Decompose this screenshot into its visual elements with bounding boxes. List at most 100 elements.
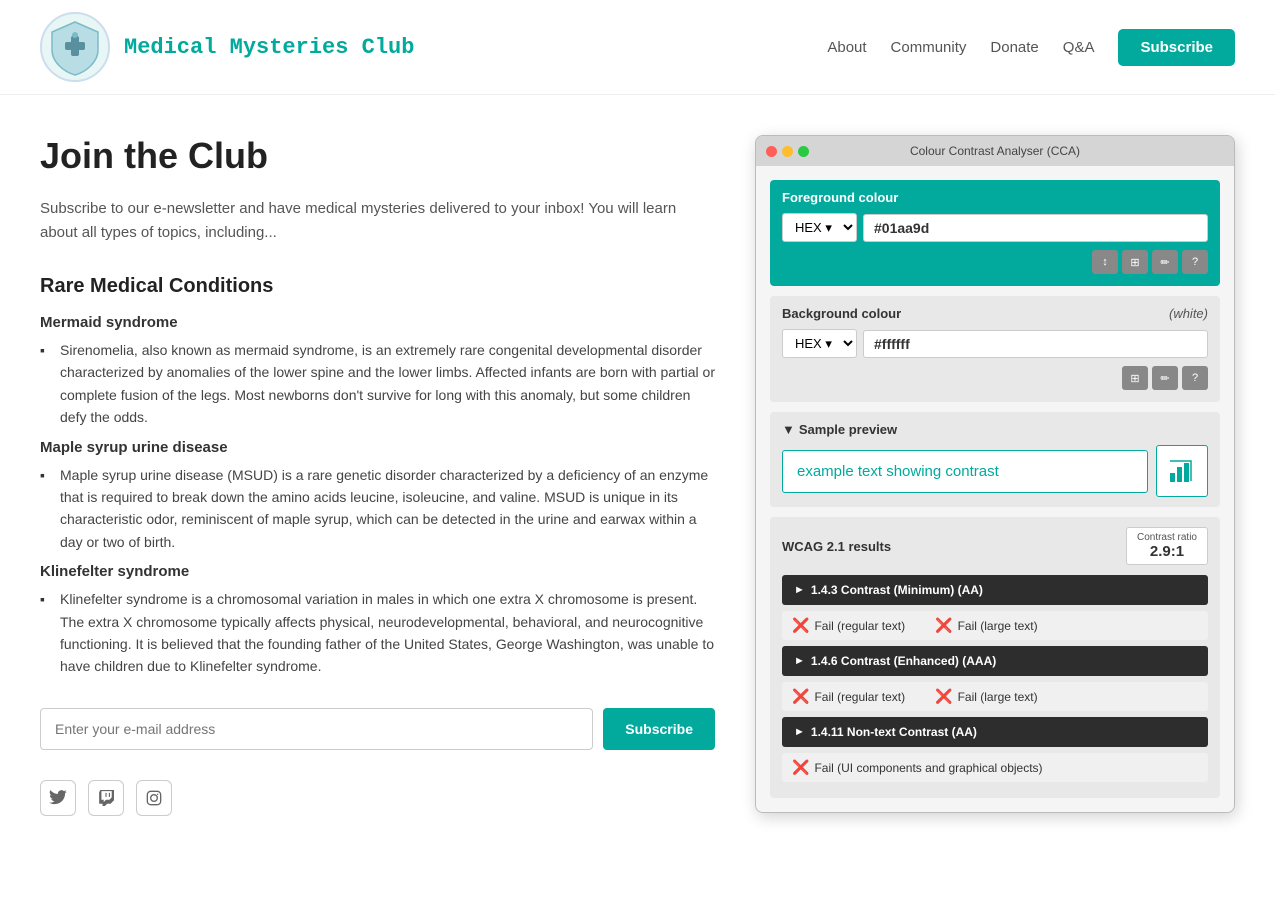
- example-text: example text showing contrast: [782, 450, 1148, 493]
- chart-icon[interactable]: [1156, 445, 1208, 497]
- minimize-dot[interactable]: [782, 146, 793, 157]
- condition-2: Maple syrup urine disease Maple syrup ur…: [40, 439, 715, 554]
- preview-arrow: ▼: [782, 422, 795, 437]
- bg-toolbar: ⊞ ✏ ?: [782, 366, 1208, 390]
- criterion-3-results: ❌ Fail (UI components and graphical obje…: [782, 753, 1208, 782]
- wcag-section: WCAG 2.1 results Contrast ratio 2.9:1 ► …: [770, 517, 1220, 798]
- bg-white-label: (white): [1169, 306, 1208, 321]
- criterion-3[interactable]: ► 1.4.11 Non-text Contrast (AA): [782, 717, 1208, 747]
- left-column: Join the Club Subscribe to our e-newslet…: [40, 135, 715, 816]
- cca-titlebar: Colour Contrast Analyser (CCA): [756, 136, 1234, 166]
- contrast-ratio-label: Contrast ratio: [1137, 532, 1197, 543]
- main-nav: About Community Donate Q&A Subscribe: [827, 29, 1235, 66]
- wcag-title: WCAG 2.1 results: [782, 539, 891, 554]
- background-section: Background colour (white) HEX ▾ ⊞ ✏ ?: [770, 296, 1220, 402]
- cca-title: Colour Contrast Analyser (CCA): [910, 144, 1080, 158]
- fail-icon-1: ❌: [792, 617, 809, 634]
- bg-row: HEX ▾: [782, 329, 1208, 358]
- section-heading: Rare Medical Conditions: [40, 275, 715, 298]
- site-title: Medical Mysteries Club: [124, 35, 414, 60]
- condition-2-desc: Maple syrup urine disease (MSUD) is a ra…: [40, 464, 715, 554]
- contrast-ratio-value: 2.9:1: [1137, 543, 1197, 560]
- site-header: Medical Mysteries Club About Community D…: [0, 0, 1275, 95]
- wcag-header: WCAG 2.1 results Contrast ratio 2.9:1: [782, 527, 1208, 565]
- page-heading: Join the Club: [40, 135, 715, 177]
- nav-community[interactable]: Community: [891, 39, 967, 56]
- fg-toolbar: ↕ ⊞ ✏ ?: [782, 250, 1208, 274]
- criterion-1[interactable]: ► 1.4.3 Contrast (Minimum) (AA): [782, 575, 1208, 605]
- criterion-1-result-1-label: Fail (regular text): [814, 619, 905, 633]
- social-icons: [40, 780, 715, 816]
- instagram-icon[interactable]: [136, 780, 172, 816]
- email-input[interactable]: [40, 708, 593, 750]
- maximize-dot[interactable]: [798, 146, 809, 157]
- fg-format-select[interactable]: HEX ▾: [782, 213, 857, 242]
- foreground-section: Foreground colour HEX ▾ ↕ ⊞ ✏ ?: [770, 180, 1220, 286]
- logo-image: [40, 12, 110, 82]
- condition-3-desc: Klinefelter syndrome is a chromosomal va…: [40, 588, 715, 678]
- nav-qa[interactable]: Q&A: [1063, 39, 1095, 56]
- criterion-1-arrow: ►: [794, 584, 805, 596]
- conditions-section: Rare Medical Conditions Mermaid syndrome…: [40, 275, 715, 678]
- cca-body: Foreground colour HEX ▾ ↕ ⊞ ✏ ?: [756, 166, 1234, 812]
- criterion-2-label: 1.4.6 Contrast (Enhanced) (AAA): [811, 654, 996, 668]
- bg-label: Background colour: [782, 306, 901, 321]
- fg-row: HEX ▾: [782, 213, 1208, 242]
- main-layout: Join the Club Subscribe to our e-newslet…: [0, 95, 1275, 856]
- window-controls: [766, 146, 809, 157]
- bg-format-select[interactable]: HEX ▾: [782, 329, 857, 358]
- bg-header: Background colour (white): [782, 306, 1208, 321]
- fail-icon-2: ❌: [935, 617, 952, 634]
- condition-3: Klinefelter syndrome Klinefelter syndrom…: [40, 563, 715, 678]
- criterion-2-results: ❌ Fail (regular text) ❌ Fail (large text…: [782, 682, 1208, 711]
- criterion-2-result-1-label: Fail (regular text): [814, 690, 905, 704]
- bg-grid-btn[interactable]: ⊞: [1122, 366, 1148, 390]
- nav-about[interactable]: About: [827, 39, 866, 56]
- bg-help-btn[interactable]: ?: [1182, 366, 1208, 390]
- logo-area: Medical Mysteries Club: [40, 12, 414, 82]
- cca-window: Colour Contrast Analyser (CCA) Foregroun…: [755, 135, 1235, 813]
- preview-header: ▼ Sample preview: [782, 422, 1208, 437]
- cca-tool: Colour Contrast Analyser (CCA) Foregroun…: [755, 135, 1235, 816]
- subscribe-button[interactable]: Subscribe: [603, 708, 715, 750]
- nav-donate[interactable]: Donate: [990, 39, 1038, 56]
- criterion-2-arrow: ►: [794, 655, 805, 667]
- criterion-3-result-1-label: Fail (UI components and graphical object…: [814, 761, 1042, 775]
- close-dot[interactable]: [766, 146, 777, 157]
- criterion-2-result-1: ❌ Fail (regular text): [792, 688, 905, 705]
- criterion-3-arrow: ►: [794, 726, 805, 738]
- fail-icon-4: ❌: [935, 688, 952, 705]
- preview-section: ▼ Sample preview example text showing co…: [770, 412, 1220, 507]
- criterion-3-label: 1.4.11 Non-text Contrast (AA): [811, 725, 977, 739]
- subscribe-form: Subscribe: [40, 708, 715, 750]
- fg-help-btn[interactable]: ?: [1182, 250, 1208, 274]
- criterion-1-result-2-label: Fail (large text): [958, 619, 1038, 633]
- criterion-2-result-2: ❌ Fail (large text): [935, 688, 1037, 705]
- condition-2-name: Maple syrup urine disease: [40, 439, 715, 456]
- fg-grid-btn[interactable]: ⊞: [1122, 250, 1148, 274]
- twitch-icon[interactable]: [88, 780, 124, 816]
- intro-text: Subscribe to our e-newsletter and have m…: [40, 197, 715, 245]
- criterion-2-result-2-label: Fail (large text): [958, 690, 1038, 704]
- condition-1-name: Mermaid syndrome: [40, 314, 715, 331]
- fg-label: Foreground colour: [782, 190, 1208, 205]
- preview-label: Sample preview: [799, 422, 897, 437]
- fail-icon-3: ❌: [792, 688, 809, 705]
- condition-1: Mermaid syndrome Sirenomelia, also known…: [40, 314, 715, 429]
- preview-content: example text showing contrast: [782, 445, 1208, 497]
- criterion-2[interactable]: ► 1.4.6 Contrast (Enhanced) (AAA): [782, 646, 1208, 676]
- twitter-icon[interactable]: [40, 780, 76, 816]
- condition-1-desc: Sirenomelia, also known as mermaid syndr…: [40, 339, 715, 429]
- fg-swap-btn[interactable]: ↕: [1092, 250, 1118, 274]
- bg-value-input[interactable]: [863, 330, 1208, 358]
- criterion-1-result-2: ❌ Fail (large text): [935, 617, 1037, 634]
- condition-3-name: Klinefelter syndrome: [40, 563, 715, 580]
- fg-eyedropper-btn[interactable]: ✏: [1152, 250, 1178, 274]
- nav-subscribe-button[interactable]: Subscribe: [1118, 29, 1235, 66]
- bg-eyedropper-btn[interactable]: ✏: [1152, 366, 1178, 390]
- fail-icon-5: ❌: [792, 759, 809, 776]
- fg-value-input[interactable]: [863, 214, 1208, 242]
- criterion-1-result-1: ❌ Fail (regular text): [792, 617, 905, 634]
- criterion-3-result-1: ❌ Fail (UI components and graphical obje…: [792, 759, 1043, 776]
- criterion-1-results: ❌ Fail (regular text) ❌ Fail (large text…: [782, 611, 1208, 640]
